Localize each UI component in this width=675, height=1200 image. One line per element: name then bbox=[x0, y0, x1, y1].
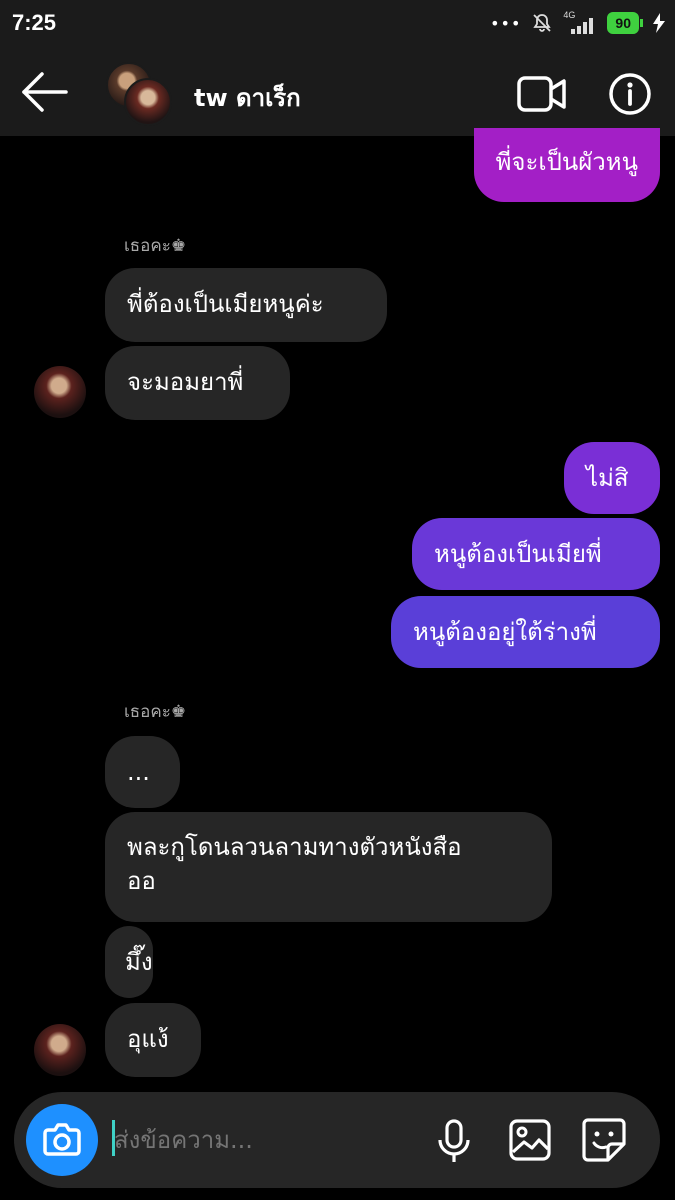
message-text: จะมอมยาพี่ bbox=[127, 368, 244, 396]
more-dots: ••• bbox=[490, 13, 522, 33]
video-call-icon[interactable] bbox=[516, 74, 568, 114]
battery-icon: 90 bbox=[607, 12, 643, 34]
sender-name: เธอคะ♚ bbox=[124, 236, 187, 256]
message-text: อุแง้ bbox=[127, 1025, 169, 1053]
message-text: พละกูโดนลวนลามทางตัวหนังสือ bbox=[127, 833, 462, 861]
incoming-message[interactable]: ... bbox=[105, 736, 180, 808]
message-text: พี่จะเป็นผัวหนู bbox=[495, 148, 638, 176]
incoming-message[interactable]: พี่ต้องเป็นเมียหนูค่ะ bbox=[105, 268, 387, 342]
message-text: หนูต้องอยู่ใต้ร่างพี่ bbox=[413, 618, 597, 646]
status-bar: 7:25 ••• 4G 90 bbox=[0, 0, 675, 48]
incoming-message[interactable]: อุแง้ bbox=[105, 1003, 201, 1077]
avatar[interactable] bbox=[34, 1024, 86, 1076]
chat-header: tw ดาเร็ก bbox=[0, 48, 675, 136]
avatar[interactable] bbox=[34, 366, 86, 418]
camera-icon bbox=[43, 1123, 81, 1156]
message-text: พี่ต้องเป็นเมียหนูค่ะ bbox=[127, 290, 324, 318]
message-text: หนูต้องเป็นเมียพี่ bbox=[434, 540, 602, 568]
muted-bell-icon bbox=[533, 14, 552, 32]
outgoing-message[interactable]: พี่จะเป็นผัวหนู bbox=[473, 128, 660, 202]
camera-button[interactable] bbox=[26, 1104, 98, 1176]
battery-level: 90 bbox=[607, 12, 639, 34]
microphone-icon[interactable] bbox=[434, 1118, 474, 1164]
message-composer bbox=[14, 1092, 660, 1188]
incoming-message[interactable]: มึ๊ง bbox=[105, 926, 153, 998]
message-input[interactable] bbox=[114, 1120, 414, 1160]
status-icons: ••• 4G 90 bbox=[490, 10, 665, 36]
message-text: มึ๊ง bbox=[125, 948, 153, 976]
avatar bbox=[124, 78, 172, 126]
outgoing-message[interactable]: หนูต้องอยู่ใต้ร่างพี่ bbox=[391, 596, 660, 668]
image-icon[interactable] bbox=[508, 1118, 552, 1162]
outgoing-message[interactable]: ไม่สิ bbox=[564, 442, 660, 514]
status-time: 7:25 bbox=[12, 10, 57, 35]
incoming-message[interactable]: พละกูโดนลวนลามทางตัวหนังสือ ออ bbox=[105, 812, 552, 922]
charging-bolt-icon bbox=[653, 13, 665, 33]
incoming-message[interactable]: จะมอมยาพี่ bbox=[105, 346, 290, 420]
chat-title[interactable]: tw ดาเร็ก bbox=[194, 78, 301, 117]
signal-icon: 4G bbox=[563, 10, 597, 34]
sticker-icon[interactable] bbox=[580, 1116, 628, 1164]
message-text: ไม่สิ bbox=[586, 464, 629, 492]
info-icon[interactable] bbox=[608, 72, 652, 116]
message-text: ออ bbox=[127, 867, 156, 895]
outgoing-message[interactable]: หนูต้องเป็นเมียพี่ bbox=[412, 518, 660, 590]
group-avatar[interactable] bbox=[106, 62, 172, 126]
sender-name: เธอคะ♚ bbox=[124, 702, 187, 722]
message-text: ... bbox=[127, 758, 150, 786]
back-arrow-icon[interactable] bbox=[20, 70, 70, 114]
